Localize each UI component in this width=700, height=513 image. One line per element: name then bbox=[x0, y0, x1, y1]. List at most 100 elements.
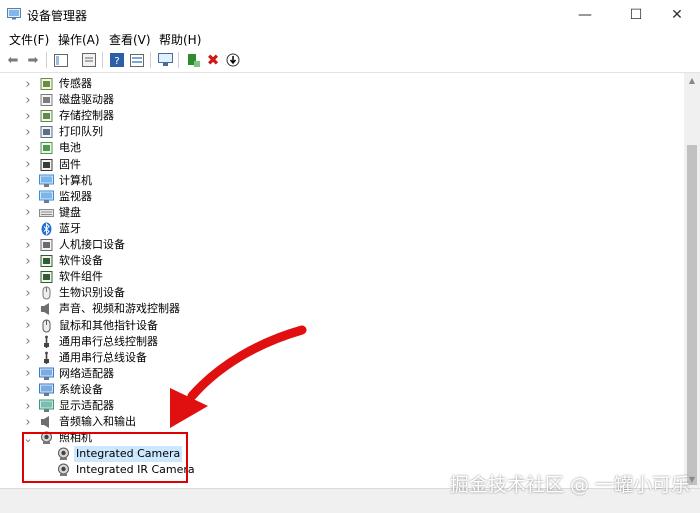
device-label: 电池 bbox=[59, 141, 81, 155]
device-category[interactable]: › 计算机 bbox=[0, 173, 684, 189]
menu-help[interactable]: 帮助(H) bbox=[159, 31, 201, 48]
scan-hardware-icon[interactable] bbox=[156, 51, 174, 69]
back-arrow-icon[interactable]: ⬅ bbox=[4, 51, 22, 69]
storage-controller-icon bbox=[39, 109, 54, 123]
audio-io-icon bbox=[39, 415, 54, 429]
device-label: 显示适配器 bbox=[59, 399, 114, 412]
expand-chevron-icon[interactable]: › bbox=[23, 205, 33, 220]
expand-chevron-icon[interactable]: › bbox=[23, 302, 33, 317]
device-category[interactable]: › 蓝牙 bbox=[0, 221, 684, 237]
expand-chevron-icon[interactable]: › bbox=[23, 399, 33, 414]
device-category[interactable]: › 键盘 bbox=[0, 205, 684, 221]
mouse-icon bbox=[39, 319, 54, 332]
device-label: 监视器 bbox=[59, 189, 92, 203]
maximize-button[interactable]: ☐ bbox=[613, 0, 659, 30]
software-component-icon bbox=[39, 270, 54, 284]
expand-chevron-icon[interactable]: › bbox=[23, 109, 33, 124]
device-label: 网络适配器 bbox=[59, 366, 114, 380]
device-label: 计算机 bbox=[59, 173, 92, 187]
system-device-icon bbox=[39, 383, 54, 396]
expand-chevron-icon[interactable]: › bbox=[23, 350, 33, 365]
annotation-arrow bbox=[170, 325, 307, 428]
expand-chevron-icon[interactable]: › bbox=[23, 382, 33, 397]
expand-chevron-icon[interactable]: › bbox=[23, 366, 33, 381]
device-label: 固件 bbox=[59, 157, 81, 171]
speaker-icon bbox=[39, 302, 54, 316]
device-category[interactable]: › 网络适配器 bbox=[0, 366, 684, 382]
device-manager-icon bbox=[7, 8, 21, 20]
device-category[interactable]: › 磁盘驱动器 bbox=[0, 92, 684, 108]
device-category[interactable]: › 存储控制器 bbox=[0, 108, 684, 124]
bluetooth-icon bbox=[39, 222, 54, 236]
menu-view[interactable]: 查看(V) bbox=[109, 31, 151, 48]
scrollbar-thumb[interactable] bbox=[687, 145, 697, 485]
view-icon[interactable] bbox=[128, 51, 146, 69]
minimize-button[interactable]: — bbox=[562, 0, 608, 30]
expand-chevron-icon[interactable]: › bbox=[23, 173, 33, 188]
enable-device-icon[interactable] bbox=[184, 51, 202, 69]
expand-chevron-icon[interactable]: › bbox=[23, 270, 33, 285]
device-category[interactable]: › 声音、视频和游戏控制器 bbox=[0, 301, 684, 317]
monitor-icon bbox=[39, 190, 54, 203]
expand-chevron-icon[interactable]: › bbox=[23, 125, 33, 140]
properties-icon[interactable] bbox=[52, 51, 70, 69]
update-driver-icon[interactable] bbox=[224, 51, 242, 69]
expand-chevron-icon[interactable]: › bbox=[23, 221, 33, 236]
device-tree[interactable]: › 传感器 › 磁盘驱动器 › 存储控制器 › 打印队列 › 电池 › 固件 › 计算机 › 监视器 › 键盘 › 蓝… bbox=[0, 73, 684, 486]
expand-chevron-icon[interactable]: › bbox=[23, 334, 33, 349]
display-adapter-icon bbox=[39, 399, 54, 412]
sensor-icon bbox=[39, 77, 54, 90]
print-icon[interactable] bbox=[80, 51, 98, 69]
device-category[interactable]: › 音频输入和输出 bbox=[0, 414, 684, 430]
computer-icon bbox=[39, 174, 54, 187]
expand-chevron-icon[interactable]: › bbox=[23, 318, 33, 333]
camera-highlight-box bbox=[22, 432, 188, 483]
close-button[interactable]: ✕ bbox=[654, 0, 700, 30]
device-label: 系统设备 bbox=[59, 382, 103, 396]
device-category[interactable]: › 软件设备 bbox=[0, 253, 684, 269]
menu-action[interactable]: 操作(A) bbox=[58, 31, 100, 48]
window-title: 设备管理器 bbox=[27, 9, 88, 23]
device-category[interactable]: › 传感器 bbox=[0, 76, 684, 92]
device-category[interactable]: › 通用串行总线控制器 bbox=[0, 334, 684, 350]
toolbar-separator bbox=[178, 52, 179, 68]
device-label: 磁盘驱动器 bbox=[59, 93, 114, 107]
device-category[interactable]: › 生物识别设备 bbox=[0, 285, 684, 301]
expand-chevron-icon[interactable]: › bbox=[23, 238, 33, 253]
device-category[interactable]: › 通用串行总线设备 bbox=[0, 350, 684, 366]
device-category[interactable]: › 固件 bbox=[0, 157, 684, 173]
expand-chevron-icon[interactable]: › bbox=[23, 189, 33, 204]
forward-arrow-icon[interactable]: ➡ bbox=[24, 51, 42, 69]
expand-chevron-icon[interactable]: › bbox=[23, 77, 33, 92]
toolbar-separator bbox=[150, 52, 151, 68]
expand-chevron-icon[interactable]: › bbox=[23, 157, 33, 172]
scroll-up-icon[interactable]: ▲ bbox=[684, 73, 700, 89]
toolbar-separator bbox=[46, 52, 47, 68]
hid-icon bbox=[39, 238, 54, 251]
toolbar: ⬅ ➡ ? ✖ bbox=[0, 48, 700, 73]
device-category[interactable]: › 软件组件 bbox=[0, 269, 684, 285]
device-category[interactable]: › 系统设备 bbox=[0, 382, 684, 398]
disk-drive-icon bbox=[39, 93, 54, 107]
device-category[interactable]: › 显示适配器 bbox=[0, 398, 684, 414]
expand-chevron-icon[interactable]: › bbox=[23, 286, 33, 301]
menu-bar: 文件(F) 操作(A) 查看(V) 帮助(H) bbox=[0, 30, 700, 48]
expand-chevron-icon[interactable]: › bbox=[23, 93, 33, 108]
device-category[interactable]: › 打印队列 bbox=[0, 124, 684, 140]
software-device-icon bbox=[39, 254, 54, 268]
vertical-scrollbar[interactable]: ▲ ▼ bbox=[684, 73, 700, 488]
expand-chevron-icon[interactable]: › bbox=[23, 141, 33, 156]
printer-icon bbox=[39, 125, 54, 139]
usb-icon bbox=[39, 335, 54, 348]
device-category[interactable]: › 监视器 bbox=[0, 189, 684, 205]
menu-file[interactable]: 文件(F) bbox=[9, 31, 49, 48]
device-category[interactable]: › 电池 bbox=[0, 140, 684, 156]
device-category[interactable]: › 人机接口设备 bbox=[0, 237, 684, 253]
uninstall-x-icon[interactable]: ✖ bbox=[204, 51, 222, 69]
expand-chevron-icon[interactable]: › bbox=[23, 415, 33, 430]
help-icon[interactable]: ? bbox=[108, 51, 126, 69]
expand-chevron-icon[interactable]: › bbox=[23, 254, 33, 269]
device-label: 声音、视频和游戏控制器 bbox=[59, 302, 180, 316]
device-label: 通用串行总线设备 bbox=[59, 350, 147, 364]
device-category[interactable]: › 鼠标和其他指针设备 bbox=[0, 318, 684, 334]
